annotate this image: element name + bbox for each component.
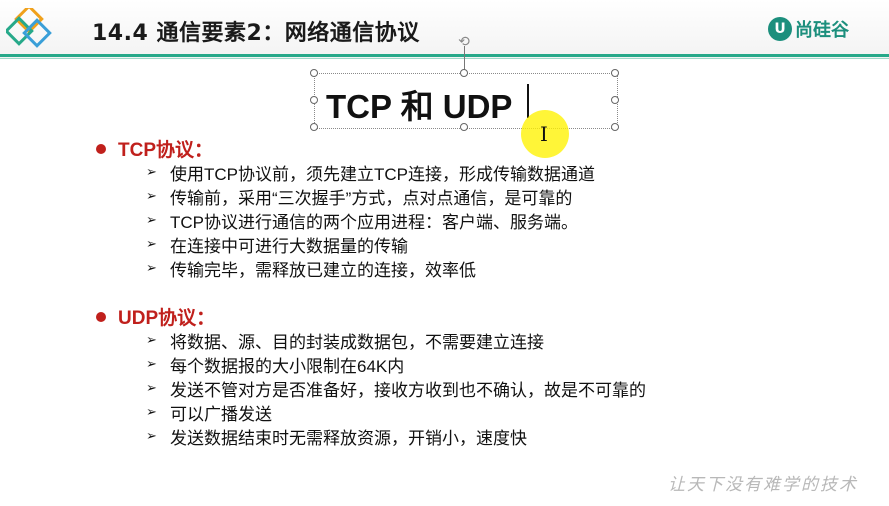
list-item-text: 在连接中可进行大数据量的传输 [170,236,408,256]
list-item-text: 传输完毕，需释放已建立的连接，效率低 [170,260,476,280]
list-item: ➢ 每个数据报的大小限制在64K内 [146,352,646,376]
tcp-section-heading: TCP协议： [96,135,213,162]
list-item: ➢ 发送数据结束时无需释放资源，开销小，速度快 [146,424,646,448]
resize-handle-se[interactable] [611,123,619,131]
textbox-title[interactable]: TCP 和 UDP [326,80,512,128]
list-item-text: TCP协议进行通信的两个应用进程：客户端、服务端。 [170,212,578,232]
slide-canvas: 14.4 通信要素2：网络通信协议 U 尚硅谷 ⟲ TCP 和 UDP I TC… [0,0,889,506]
udp-heading: UDP协议： [118,308,216,329]
resize-handle-e[interactable] [611,96,619,104]
page-title: 14.4 通信要素2：网络通信协议 [92,21,420,46]
tcp-heading: TCP协议： [118,140,214,161]
list-item: ➢ 将数据、源、目的封装成数据包，不需要建立连接 [146,328,646,352]
slide-header: 14.4 通信要素2：网络通信协议 U 尚硅谷 [0,0,889,59]
list-item-text: 每个数据报的大小限制在64K内 [170,356,405,376]
resize-handle-n[interactable] [460,69,468,77]
udp-list: ➢ 将数据、源、目的封装成数据包，不需要建立连接 ➢ 每个数据报的大小限制在64K内… [146,328,646,448]
list-item: ➢ 可以广播发送 [146,400,646,424]
arrow-right-icon: ➢ [146,380,157,395]
list-item: ➢ 在连接中可进行大数据量的传输 [146,232,595,256]
list-item-text: 将数据、源、目的封装成数据包，不需要建立连接 [170,332,544,352]
brand-mark-icon: U [768,17,792,41]
header-divider [0,54,889,57]
brand-logo: U 尚硅谷 [768,16,849,42]
list-item: ➢ TCP协议进行通信的两个应用进程：客户端、服务端。 [146,208,595,232]
diamond-logo-icon [6,8,52,48]
udp-section-heading: UDP协议： [96,303,215,330]
red-dot-icon [96,143,106,154]
resize-handle-sw[interactable] [310,123,318,131]
arrow-right-icon: ➢ [146,260,157,275]
list-item-text: 传输前，采用“三次握手”方式，点对点通信，是可靠的 [170,188,573,208]
arrow-right-icon: ➢ [146,404,157,419]
list-item-text: 使用TCP协议前，须先建立TCP连接，形成传输数据通道 [170,164,595,184]
arrow-right-icon: ➢ [146,164,157,179]
list-item: ➢ 传输前，采用“三次握手”方式，点对点通信，是可靠的 [146,184,595,208]
arrow-right-icon: ➢ [146,332,157,347]
arrow-right-icon: ➢ [146,212,157,227]
list-item-text: 发送数据结束时无需释放资源，开销小，速度快 [170,428,527,448]
text-cursor-icon: I [540,122,548,146]
rotate-handle-icon[interactable]: ⟲ [456,34,472,50]
arrow-right-icon: ➢ [146,356,157,371]
arrow-right-icon: ➢ [146,428,157,443]
header-divider-thin [0,58,889,59]
resize-handle-w[interactable] [310,96,318,104]
list-item-text: 可以广播发送 [170,404,272,424]
arrow-right-icon: ➢ [146,188,157,203]
list-item: ➢ 使用TCP协议前，须先建立TCP连接，形成传输数据通道 [146,160,595,184]
arrow-right-icon: ➢ [146,236,157,251]
resize-handle-nw[interactable] [310,69,318,77]
list-item: ➢ 传输完毕，需释放已建立的连接，效率低 [146,256,595,280]
list-item: ➢ 发送不管对方是否准备好，接收方收到也不确认，故是不可靠的 [146,376,646,400]
resize-handle-ne[interactable] [611,69,619,77]
tcp-list: ➢ 使用TCP协议前，须先建立TCP连接，形成传输数据通道 ➢ 传输前，采用“三次握… [146,160,595,280]
brand-name: 尚硅谷 [795,20,849,41]
watermark: 让天下没有难学的技术 [668,475,858,495]
red-dot-icon [96,311,106,322]
list-item-text: 发送不管对方是否准备好，接收方收到也不确认，故是不可靠的 [170,380,646,400]
text-caret [527,84,529,118]
